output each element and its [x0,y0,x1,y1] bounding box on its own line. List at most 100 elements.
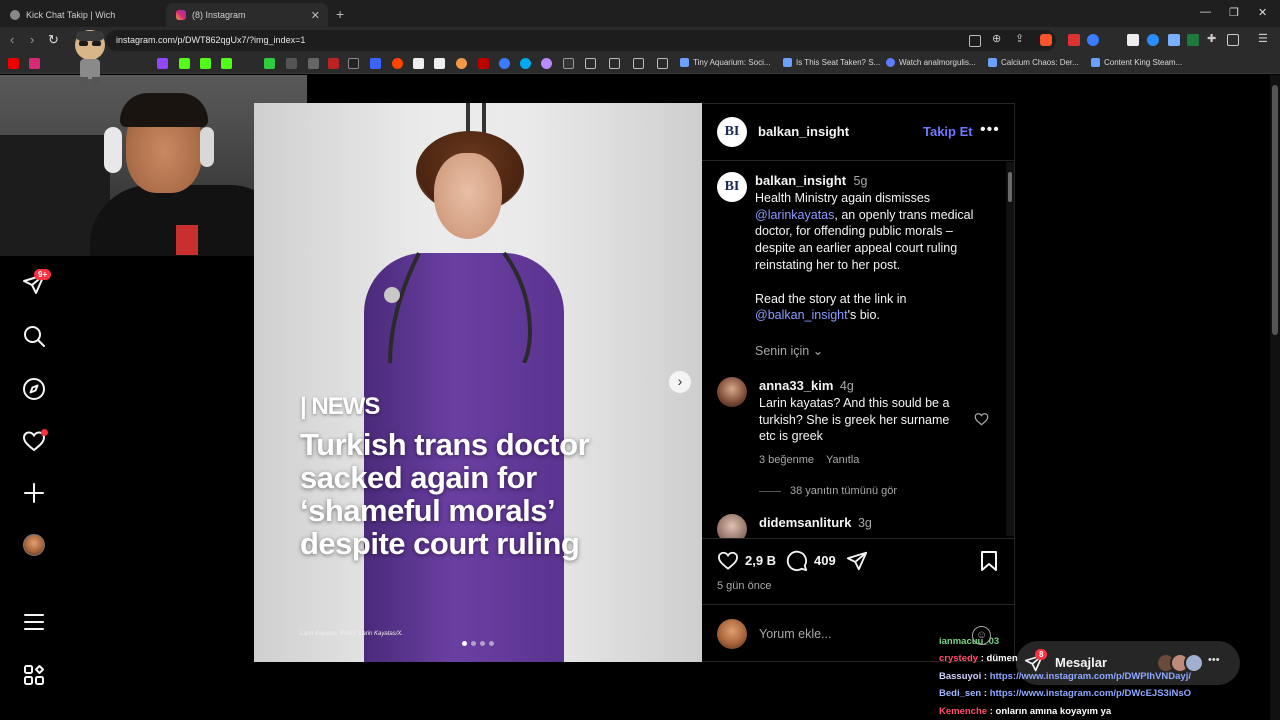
view-replies-button[interactable]: 38 yanıtın tümünü gör [790,485,897,497]
menu-icon[interactable] [22,610,46,634]
share-icon[interactable] [846,550,868,572]
restore-icon[interactable]: ❐ [1229,6,1239,19]
profile-icon[interactable] [23,534,45,556]
follow-button[interactable]: Takip Et [923,124,973,139]
comment-icon[interactable] [786,550,808,572]
my-avatar[interactable] [717,619,747,649]
zoom-icon[interactable]: ⊕ [992,32,1004,45]
sidebar-icon[interactable] [1227,34,1239,46]
bookmark-item[interactable]: Calcium Chaos: Der... [988,58,1079,67]
bookmark-icon[interactable] [434,58,445,69]
extension-icon[interactable] [264,58,275,69]
for-you-dropdown[interactable]: Senin için ⌄ [755,343,823,358]
bookmark-icon[interactable] [499,58,510,69]
close-window-icon[interactable]: ✕ [1258,6,1267,19]
comments-scrollbar[interactable] [1006,162,1014,536]
youtube-icon[interactable] [8,58,19,69]
caption-mention[interactable]: @balkan_insight [755,308,848,322]
bookmark-icon[interactable] [541,58,552,69]
kick-icon[interactable] [200,58,211,69]
caption-mention[interactable]: @larinkayatas [755,208,834,222]
like-count[interactable]: 2,9 B [745,553,776,568]
comment-username[interactable]: didemsanliturk [759,515,851,530]
chat-user: Bassuyoi [939,670,982,682]
chat-text: https://www.instagram.com/p/DWPIhVNDayj/ [989,670,1191,682]
like-comment-icon[interactable] [974,412,989,426]
save-icon[interactable] [979,550,999,572]
caption-username[interactable]: balkan_insight [755,173,846,188]
folder-icon[interactable] [657,58,668,69]
url-text: instagram.com/p/DWT862qgUx7/?img_index=1 [116,35,306,45]
address-bar[interactable]: instagram.com/p/DWT862qgUx7/?img_index=1 [106,30,1056,51]
page-scrollbar[interactable] [1270,75,1280,720]
create-icon[interactable] [22,481,46,505]
minimize-icon[interactable]: — [1200,6,1211,18]
forward-icon[interactable]: › [30,32,34,47]
post-caption: balkan_insight 5g Health Ministry again … [755,173,990,324]
reply-button[interactable]: Yanıtla [826,454,859,466]
caption-text: Health Ministry again dismisses [755,190,931,205]
bookmark-icon[interactable] [286,58,297,69]
search-icon[interactable] [22,324,46,348]
comment-input[interactable]: Yorum ekle... [759,627,832,641]
header-username[interactable]: balkan_insight [758,124,849,139]
browser-toolbar: ‹ › ↻ instagram.com/p/DWT862qgUx7/?img_i… [0,27,1280,54]
bookmark-item[interactable]: Watch analmorgulis... [886,58,976,67]
bookmark-item[interactable]: Is This Seat Taken? S... [783,58,880,67]
headphone-left [104,127,122,173]
steam-icon [680,58,689,67]
bookmark-icon[interactable] [308,58,319,69]
bookmark-item[interactable]: Tiny Aquarium: Soci... [680,58,771,67]
scrollbar-thumb[interactable] [1272,85,1278,335]
extension-icon[interactable] [1187,34,1199,46]
close-tab-icon[interactable]: ✕ [311,9,320,22]
folder-icon[interactable] [585,58,596,69]
bookmark-icon[interactable] [370,58,381,69]
explore-icon[interactable] [22,377,46,401]
header-avatar[interactable]: BI [717,117,747,147]
more-apps-icon[interactable] [22,663,46,687]
bookmark-icon[interactable] [520,58,531,69]
extension-icon[interactable] [1087,34,1099,46]
extension-icon[interactable] [1147,34,1159,46]
x-icon[interactable] [348,58,359,69]
bookmark-icon[interactable] [328,58,339,69]
next-image-button[interactable]: › [669,371,691,393]
tab-instagram[interactable]: (8) Instagram ✕ [166,3,328,27]
instagram-icon[interactable] [29,58,40,69]
brave-shield-icon[interactable] [1040,34,1052,46]
bookmark-icon[interactable] [413,58,424,69]
more-options-icon[interactable]: ••• [980,121,1000,139]
new-tab-button[interactable]: + [336,6,344,22]
bookmark-icon[interactable] [563,58,574,69]
commenter-avatar[interactable] [717,377,747,407]
reload-icon[interactable]: ↻ [48,32,59,48]
caption-avatar[interactable]: BI [717,172,747,202]
comment-count[interactable]: 409 [814,553,836,568]
share-icon[interactable]: ⇪ [1015,32,1027,45]
carousel-dot [462,641,467,646]
puzzle-icon[interactable]: ✚ [1207,32,1219,45]
twitch-icon[interactable] [157,58,168,69]
folder-icon[interactable] [609,58,620,69]
cast-icon[interactable] [969,35,981,47]
scrollbar-thumb[interactable] [1008,172,1012,202]
folder-icon[interactable] [633,58,644,69]
like-icon[interactable] [717,550,739,570]
reddit-icon[interactable] [392,58,403,69]
kick-icon[interactable] [221,58,232,69]
kick-icon[interactable] [179,58,190,69]
extension-icon[interactable] [1068,34,1080,46]
comment-likes[interactable]: 3 beğenme [759,454,814,466]
commenter-avatar[interactable] [717,514,747,539]
comment-username[interactable]: anna33_kim [759,378,833,393]
bookmark-item[interactable]: Content King Steam... [1091,58,1182,67]
tab-kick-chat[interactable]: Kick Chat Takip | Wich [0,3,166,27]
bookmark-icon[interactable] [456,58,467,69]
extension-icon[interactable] [1168,34,1180,46]
extension-icon[interactable] [1127,34,1139,46]
bookmark-icon[interactable] [478,58,489,69]
post-image[interactable]: › | NEWS Turkish trans doctor sacked aga… [254,103,702,662]
menu-icon[interactable]: ☰ [1258,32,1270,45]
back-icon[interactable]: ‹ [10,32,14,47]
